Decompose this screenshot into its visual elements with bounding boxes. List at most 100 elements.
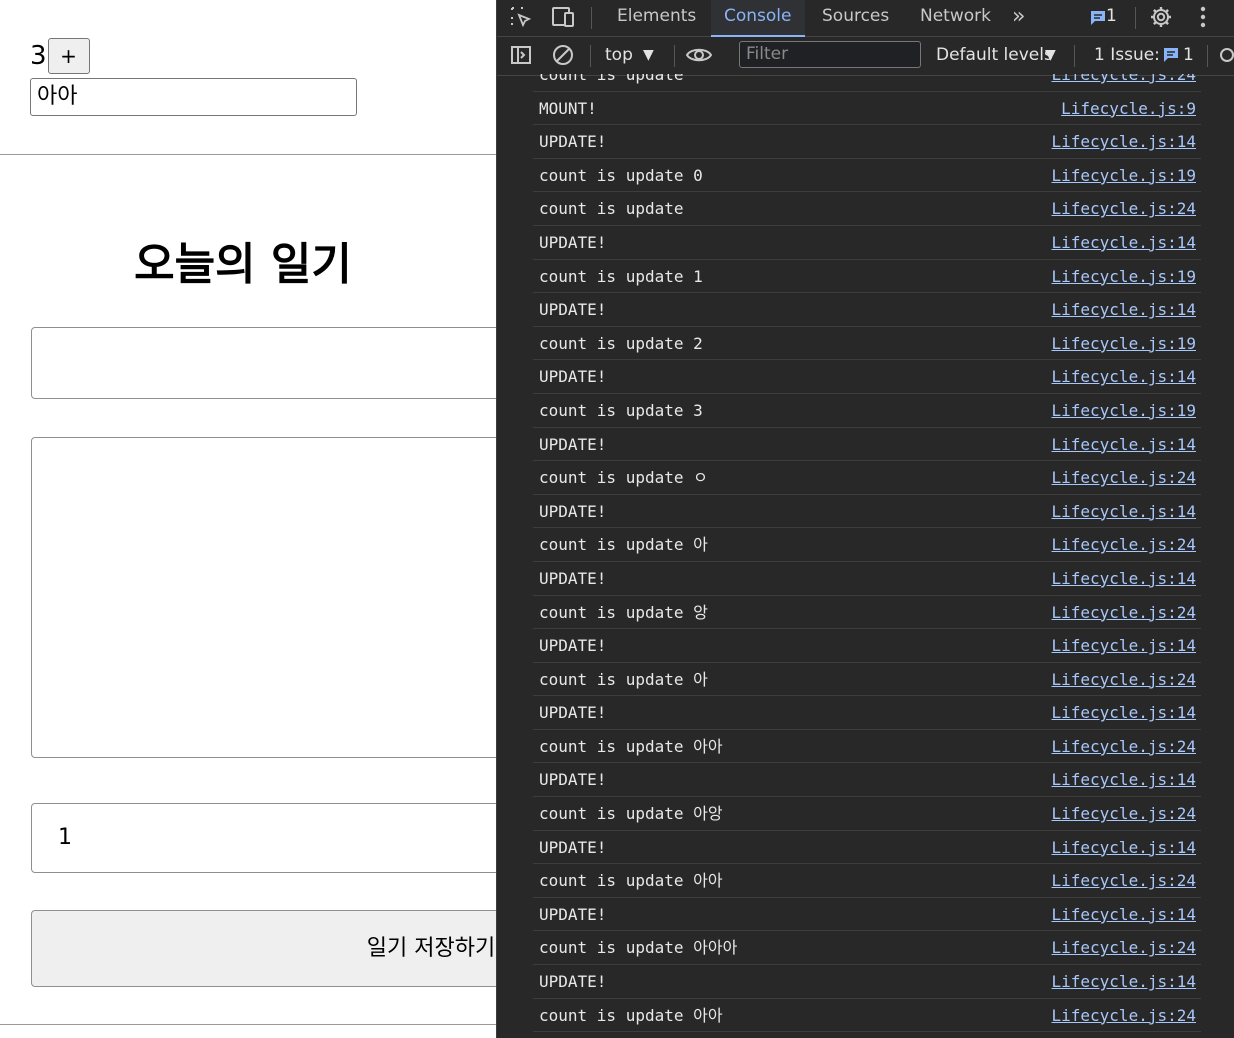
source-link[interactable]: Lifecycle.js:14 [1052,965,1197,998]
source-link[interactable]: Lifecycle.js:19 [1052,394,1197,427]
console-message-text: UPDATE! [539,636,607,656]
console-message-row: UPDATE! Lifecycle.js:14 [533,629,1201,663]
source-link[interactable]: Lifecycle.js:14 [1052,428,1197,461]
console-settings-gear-icon[interactable] [1213,41,1234,69]
content-textarea[interactable] [31,437,496,758]
console-message-row: count is update Lifecycle.js:24 [533,192,1201,226]
source-link[interactable]: Lifecycle.js:14 [1052,562,1197,595]
source-link[interactable]: Lifecycle.js:19 [1052,159,1197,192]
source-link[interactable]: Lifecycle.js:24 [1052,74,1197,91]
console-message-text: count is update 아아 [539,1005,723,1025]
sidebar-toggle-icon[interactable] [507,41,535,69]
source-link[interactable]: Lifecycle.js:24 [1052,192,1197,225]
console-message-row: count is update 1 Lifecycle.js:19 [533,260,1201,294]
tab-sources[interactable]: Sources [822,0,889,35]
source-link[interactable]: Lifecycle.js:14 [1052,125,1197,158]
console-message-row: count is update ㅇ Lifecycle.js:24 [533,461,1201,495]
console-message-text: UPDATE! [539,367,607,387]
context-dropdown-icon[interactable]: ▼ [643,37,654,73]
source-link[interactable]: Lifecycle.js:14 [1052,898,1197,931]
source-link[interactable]: Lifecycle.js:9 [1061,92,1196,125]
console-message-row: UPDATE! Lifecycle.js:14 [533,360,1201,394]
console-message-text: UPDATE! [539,300,607,320]
filter-input[interactable]: Filter [739,41,921,68]
levels-dropdown-icon[interactable]: ▼ [1045,37,1056,73]
emotion-select[interactable]: 1 [31,803,496,873]
console-message-text: count is update 아아 [539,736,723,756]
console-message-row: UPDATE! Lifecycle.js:14 [533,763,1201,798]
author-input[interactable] [31,327,496,399]
tab-console[interactable]: Console [711,0,805,37]
source-link[interactable]: Lifecycle.js:19 [1052,327,1197,360]
source-link[interactable]: Lifecycle.js:14 [1052,763,1197,796]
console-message-text: count is update 3 [539,400,703,420]
console-message-text: count is update 2 [539,333,703,353]
source-link[interactable]: Lifecycle.js:14 [1052,831,1197,864]
console-message-text: UPDATE! [539,703,607,723]
console-message-row: UPDATE! Lifecycle.js:14 [533,696,1201,730]
source-link[interactable]: Lifecycle.js:14 [1052,696,1197,729]
inspect-element-icon[interactable] [507,3,535,31]
more-tabs-icon[interactable]: » [1012,0,1025,35]
devtools-panel: Elements Console Sources Network » 1 top… [496,0,1234,1038]
source-link[interactable]: Lifecycle.js:24 [1052,931,1197,964]
console-message-row: count is update Lifecycle.js:24 [533,74,1201,92]
source-link[interactable]: Lifecycle.js:14 [1052,495,1197,528]
issues-message-icon[interactable] [1157,41,1185,69]
console-message-row: count is update 아앙 Lifecycle.js:24 [533,797,1201,831]
console-output[interactable]: count is update Lifecycle.js:24 MOUNT! Life… [497,74,1234,1038]
source-link[interactable]: Lifecycle.js:24 [1052,797,1197,830]
context-selector[interactable]: top [605,37,633,73]
separator [591,7,592,29]
clear-console-icon[interactable] [549,41,577,69]
text-input[interactable]: 아아 [30,78,357,116]
more-options-icon[interactable] [1189,3,1217,31]
console-message-text: count is update ㅇ [539,468,708,488]
source-link[interactable]: Lifecycle.js:24 [1052,596,1197,629]
console-message-text: UPDATE! [539,770,607,790]
console-message-row: UPDATE! Lifecycle.js:14 [533,562,1201,596]
source-link[interactable]: Lifecycle.js:24 [1052,864,1197,897]
console-message-row: UPDATE! Lifecycle.js:14 [533,428,1201,462]
device-toolbar-icon[interactable] [549,3,577,31]
settings-gear-icon[interactable] [1147,3,1175,31]
page-title: 오늘의 일기 [134,239,352,290]
console-message-row: UPDATE! Lifecycle.js:14 [533,125,1201,159]
separator [1074,45,1075,67]
tab-network[interactable]: Network [920,0,991,35]
console-message-row: count is update 아아 Lifecycle.js:24 [533,864,1201,898]
issues-label[interactable]: 1 Issue: [1094,37,1160,73]
source-link[interactable]: Lifecycle.js:24 [1052,528,1197,561]
separator [1135,7,1136,29]
console-log-list: count is update Lifecycle.js:24 MOUNT! Life… [497,74,1234,1033]
devtools-tabbar: Elements Console Sources Network » 1 [497,0,1234,37]
console-message-text: count is update 아 [539,669,708,689]
console-message-row: UPDATE! Lifecycle.js:14 [533,898,1201,932]
source-link[interactable]: Lifecycle.js:24 [1052,999,1197,1032]
source-link[interactable]: Lifecycle.js:24 [1052,730,1197,763]
console-message-row: count is update 아 Lifecycle.js:24 [533,663,1201,697]
console-toolbar: top ▼ Filter Default levels ▼ 1 Issue: 1 [497,37,1234,76]
source-link[interactable]: Lifecycle.js:24 [1052,663,1197,696]
app-viewport: 3 + 아아 오늘의 일기 1 일기 저장하기 [0,0,496,1038]
live-expression-eye-icon[interactable] [685,41,713,69]
issues-badge-count: 1 [1106,6,1117,26]
console-message-row: UPDATE! Lifecycle.js:14 [533,226,1201,260]
source-link[interactable]: Lifecycle.js:14 [1052,293,1197,326]
divider [0,154,496,155]
console-message-text: UPDATE! [539,904,607,924]
source-link[interactable]: Lifecycle.js:14 [1052,629,1197,662]
tab-elements[interactable]: Elements [617,0,696,35]
increment-button[interactable]: + [47,38,90,74]
console-message-row: count is update 3 Lifecycle.js:19 [533,394,1201,428]
source-link[interactable]: Lifecycle.js:14 [1052,360,1197,393]
console-message-text: count is update 1 [539,266,703,286]
console-message-row: count is update 아 Lifecycle.js:24 [533,528,1201,562]
source-link[interactable]: Lifecycle.js:24 [1052,461,1197,494]
source-link[interactable]: Lifecycle.js:19 [1052,260,1197,293]
log-levels-dropdown[interactable]: Default levels [936,37,1053,73]
save-diary-button[interactable]: 일기 저장하기 [31,910,496,987]
source-link[interactable]: Lifecycle.js:14 [1052,226,1197,259]
separator [674,45,675,67]
console-message-row: count is update 2 Lifecycle.js:19 [533,327,1201,361]
